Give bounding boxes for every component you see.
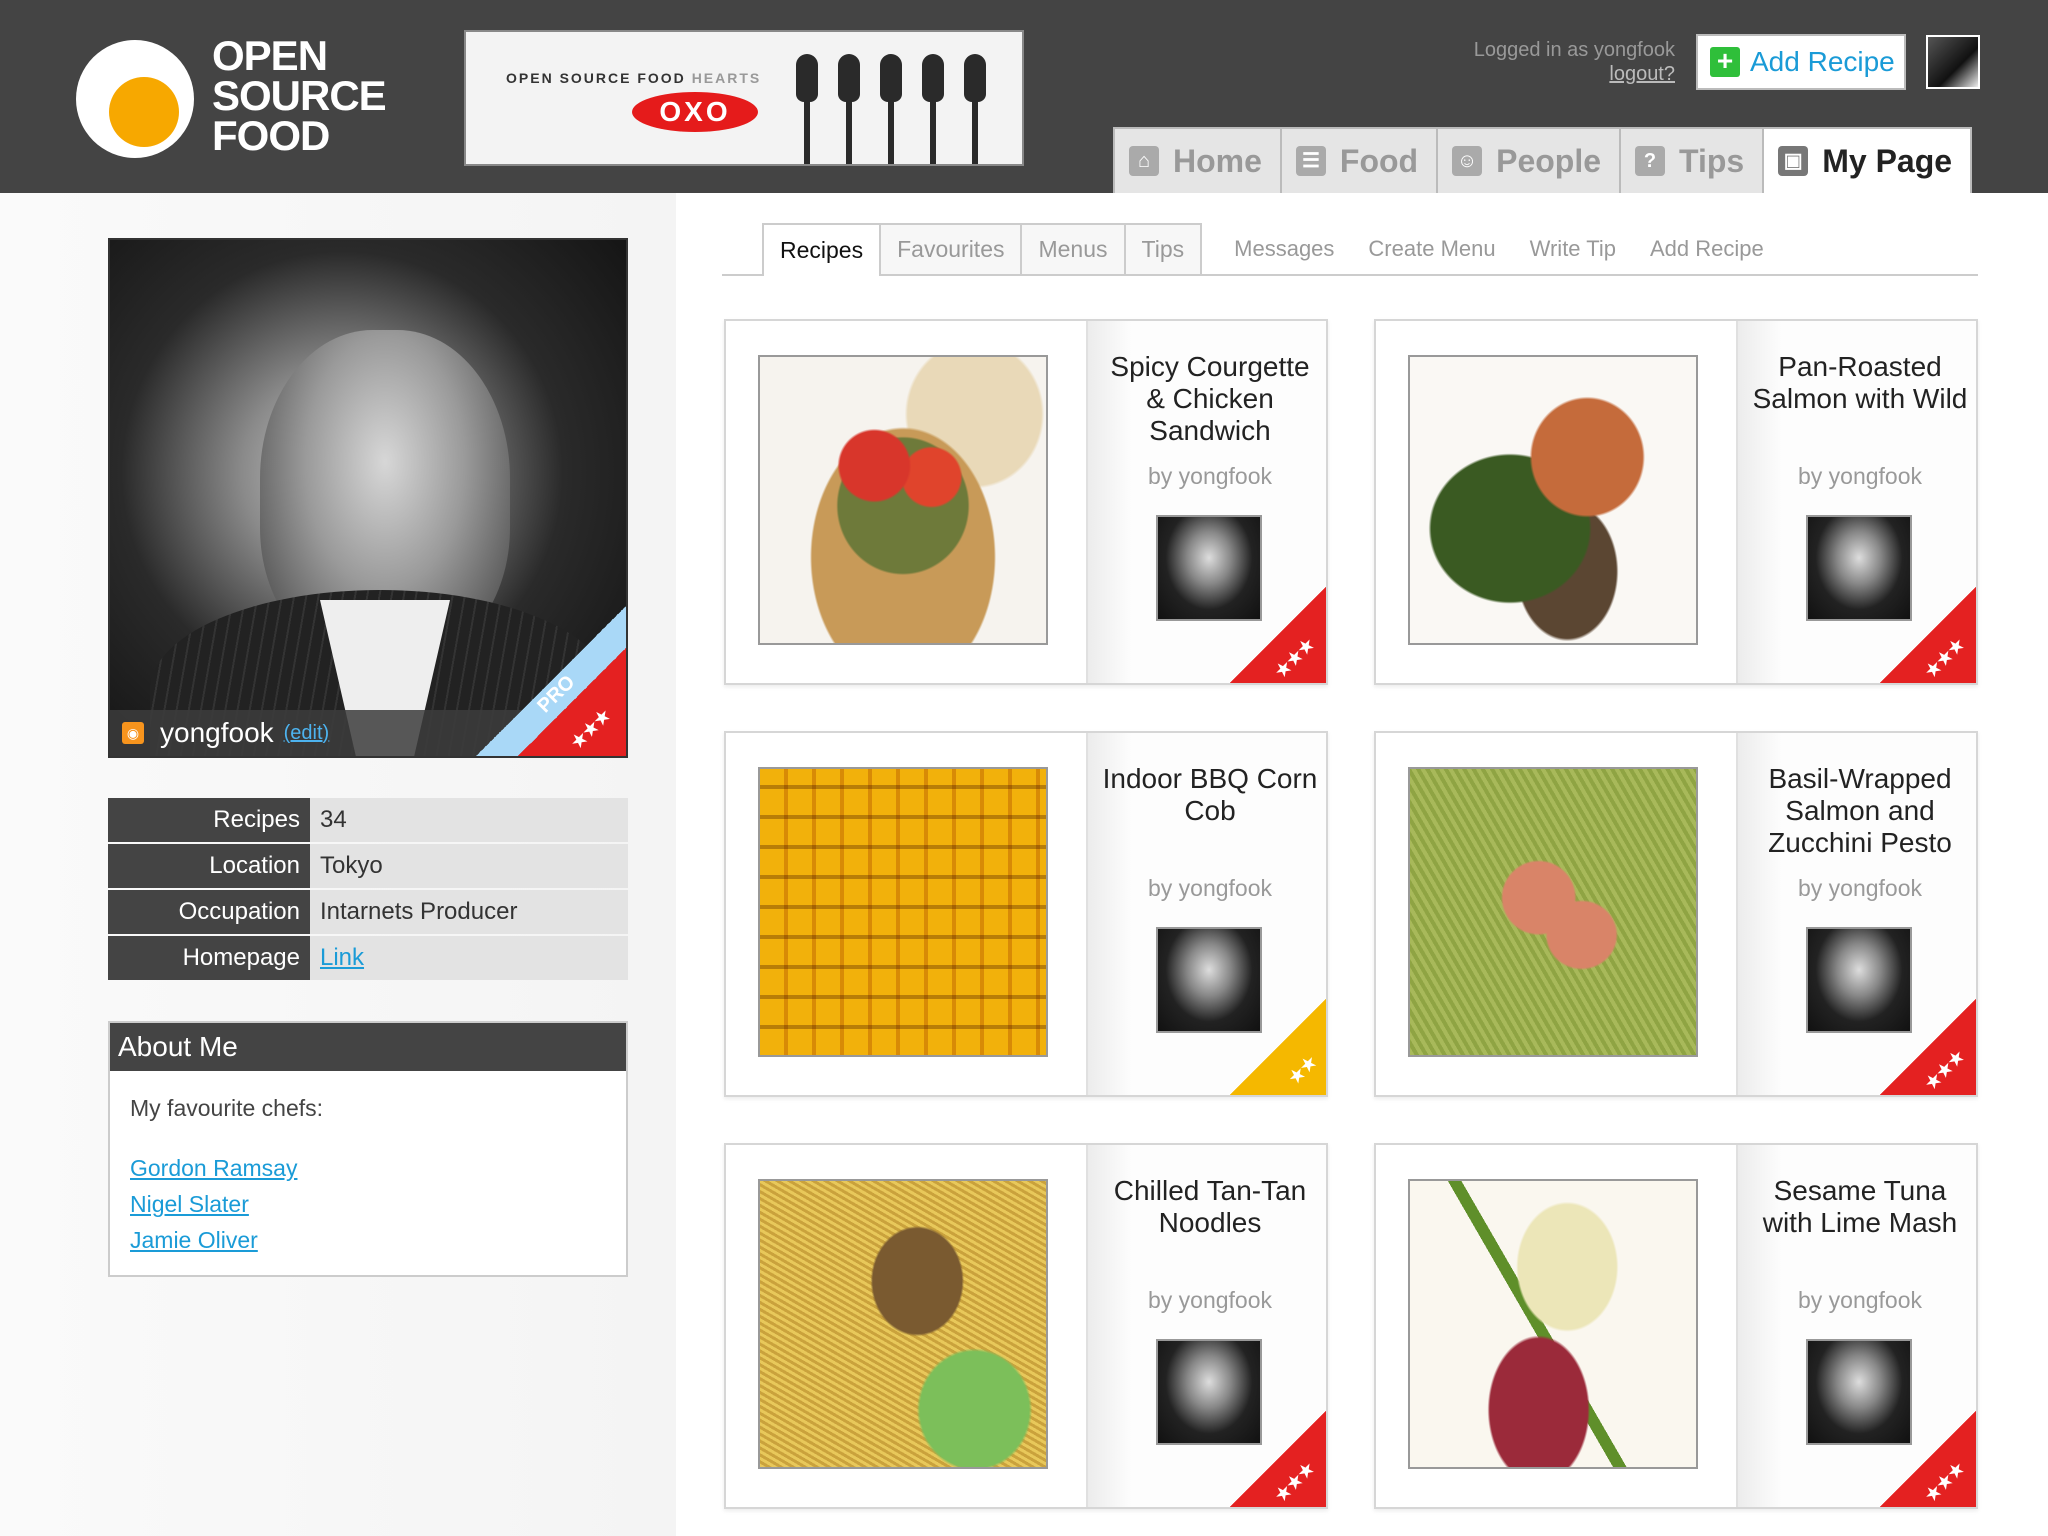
stat-row-homepage: Homepage Link	[108, 936, 628, 980]
site-logo[interactable]: OPEN SOURCE FOOD	[76, 32, 406, 166]
stat-value: Intarnets Producer	[310, 890, 628, 934]
recipe-author: by yongfook	[1147, 875, 1273, 901]
add-recipe-button[interactable]: + Add Recipe	[1696, 34, 1906, 90]
rating-corner	[1230, 999, 1326, 1095]
recipe-photo[interactable]	[758, 1179, 1048, 1469]
recipe-card[interactable]: Chilled Tan-Tan Noodles by yongfook ★★★	[724, 1143, 1328, 1509]
people-icon: ☺	[1452, 146, 1483, 176]
profile-username: yongfook	[160, 717, 274, 748]
recipe-card[interactable]: Sesame Tuna with Lime Mash by yongfook ★…	[1374, 1143, 1978, 1509]
rss-icon[interactable]: ◉	[122, 722, 144, 744]
plus-icon: +	[1710, 47, 1740, 77]
messages-link[interactable]: Messages	[1234, 223, 1334, 274]
ladle-icon	[964, 54, 986, 164]
recipe-card[interactable]: Spicy Courgette & Chicken Sandwich by yo…	[724, 319, 1328, 685]
about-me-title: About Me	[110, 1023, 626, 1071]
nav-tab-food[interactable]: ☰ Food	[1279, 127, 1439, 193]
logout-link[interactable]: logout?	[1474, 62, 1675, 86]
nav-tab-label: Tips	[1679, 142, 1745, 179]
stat-label: Location	[108, 844, 310, 888]
recipe-author: by yongfook	[1147, 1287, 1273, 1313]
profile-sub-tabs: Recipes Favourites Menus Tips Messages C…	[722, 223, 1978, 276]
tab-favourites[interactable]: Favourites	[879, 223, 1023, 274]
tab-recipes[interactable]: Recipes	[762, 223, 882, 276]
nav-tab-people[interactable]: ☺ People	[1436, 127, 1622, 193]
tab-menus[interactable]: Menus	[1020, 223, 1126, 274]
logo-text: OPEN SOURCE FOOD	[212, 32, 387, 159]
recipe-title[interactable]: Sesame Tuna with Lime Mash	[1748, 1175, 1972, 1239]
edit-profile-link[interactable]: (edit)	[284, 722, 330, 745]
recipe-author: by yongfook	[1797, 463, 1923, 489]
recipe-photo[interactable]	[758, 767, 1048, 1057]
banner-text: OPEN SOURCE FOOD HEARTS	[506, 70, 762, 86]
recipe-photo[interactable]	[1408, 1179, 1698, 1469]
recipe-title[interactable]: Pan-Roasted Salmon with Wild	[1748, 351, 1972, 415]
turner-icon	[922, 54, 944, 164]
stat-row-recipes: Recipes 34	[108, 798, 628, 842]
recipe-title[interactable]: Indoor BBQ Corn Cob	[1098, 763, 1322, 827]
homepage-link[interactable]: Link	[310, 936, 628, 980]
recipe-title[interactable]: Chilled Tan-Tan Noodles	[1098, 1175, 1322, 1239]
user-avatar[interactable]	[1926, 35, 1980, 89]
recipe-card[interactable]: Basil-Wrapped Salmon and Zucchini Pesto …	[1374, 731, 1978, 1097]
login-status: Logged in as yongfook logout?	[1474, 38, 1675, 86]
stat-label: Homepage	[108, 936, 310, 980]
recipe-author: by yongfook	[1797, 1287, 1923, 1313]
recipe-photo[interactable]	[1408, 355, 1698, 645]
spatula-icon	[796, 54, 818, 164]
spoon-icon	[838, 54, 860, 164]
create-menu-link[interactable]: Create Menu	[1368, 223, 1495, 274]
nav-tab-label: My Page	[1822, 142, 1953, 179]
nav-tab-label: Food	[1339, 142, 1419, 179]
add-recipe-link[interactable]: Add Recipe	[1650, 223, 1764, 274]
oxo-logo: OXO	[632, 92, 758, 132]
nav-tab-home[interactable]: ⌂ Home	[1113, 127, 1282, 193]
recipe-photo[interactable]	[758, 355, 1048, 645]
profile-stats: Recipes 34 Location Tokyo Occupation Int…	[108, 798, 628, 982]
recipe-title[interactable]: Basil-Wrapped Salmon and Zucchini Pesto	[1748, 763, 1972, 859]
site-header: OPEN SOURCE FOOD OPEN SOURCE FOOD HEARTS…	[0, 0, 2048, 193]
about-me-intro: My favourite chefs:	[130, 1095, 324, 1121]
write-tip-link[interactable]: Write Tip	[1530, 223, 1616, 274]
tab-tips[interactable]: Tips	[1123, 223, 1203, 274]
user-icon: ▣	[1778, 146, 1809, 176]
recipe-title[interactable]: Spicy Courgette & Chicken Sandwich	[1098, 351, 1322, 447]
recipe-card[interactable]: Pan-Roasted Salmon with Wild by yongfook…	[1374, 319, 1978, 685]
profile-photo[interactable]: ◉ yongfook (edit) PRO ★★★	[108, 238, 628, 758]
stat-row-location: Location Tokyo	[108, 844, 628, 888]
recipe-card[interactable]: Indoor BBQ Corn Cob by yongfook ★★	[724, 731, 1328, 1097]
nav-tab-label: People	[1496, 142, 1602, 179]
recipe-author: by yongfook	[1147, 463, 1273, 489]
egg-logo-icon	[76, 40, 194, 158]
chef-link[interactable]: Gordon Ramsay	[130, 1150, 606, 1186]
chef-link[interactable]: Nigel Slater	[130, 1186, 606, 1222]
logged-in-text: Logged in as yongfook	[1473, 39, 1675, 61]
main-nav: ⌂ Home ☰ Food ☺ People ? Tips ▣ My Page	[1113, 127, 1973, 193]
nav-tab-my-page[interactable]: ▣ My Page	[1762, 127, 1973, 193]
nav-tab-tips[interactable]: ? Tips	[1619, 127, 1765, 193]
nav-tab-label: Home	[1173, 142, 1262, 179]
ad-banner[interactable]: OPEN SOURCE FOOD HEARTS OXO	[464, 30, 1024, 166]
food-icon: ☰	[1295, 146, 1326, 176]
chef-link[interactable]: Jamie Oliver	[130, 1222, 606, 1258]
add-recipe-label: Add Recipe	[1750, 46, 1895, 77]
recipe-author: by yongfook	[1797, 875, 1923, 901]
recipe-photo[interactable]	[1408, 767, 1698, 1057]
stat-value: Tokyo	[310, 844, 628, 888]
slotted-spoon-icon	[880, 54, 902, 164]
tips-icon: ?	[1635, 146, 1666, 176]
stat-label: Occupation	[108, 890, 310, 934]
stat-row-occupation: Occupation Intarnets Producer	[108, 890, 628, 934]
about-me-panel: About Me My favourite chefs: Gordon Rams…	[108, 1021, 628, 1277]
stat-value: 34	[310, 798, 628, 842]
stat-label: Recipes	[108, 798, 310, 842]
home-icon: ⌂	[1129, 146, 1159, 176]
about-me-body: My favourite chefs: Gordon Ramsay Nigel …	[110, 1071, 626, 1282]
